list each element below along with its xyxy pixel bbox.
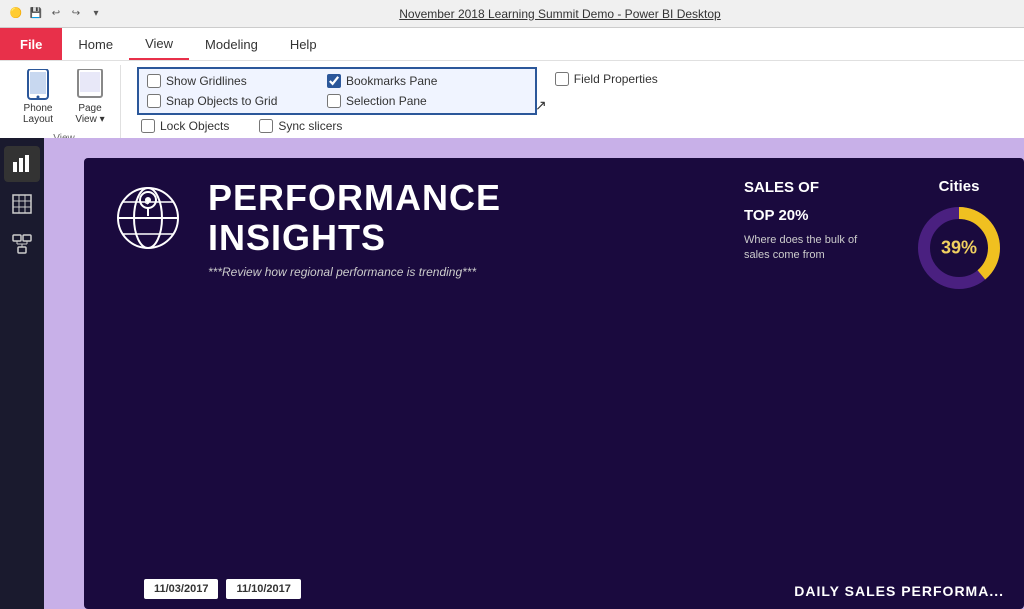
page-view-sublabel: View ▾ — [75, 114, 104, 125]
title-bar: 🟡 💾 ↩ ↪ ▾ November 2018 Learning Summit … — [0, 0, 1024, 28]
view-icons: Phone Layout Page View ▾ — [16, 65, 112, 129]
field-properties-checkbox[interactable] — [555, 72, 569, 86]
show-gridlines-row[interactable]: Show Gridlines — [147, 72, 327, 90]
tab-home[interactable]: Home — [62, 28, 129, 60]
stats-section: SALES OF TOP 20% Where does the bulk of … — [744, 178, 864, 264]
bookmarks-pane-checkbox[interactable] — [327, 74, 341, 88]
date-badges: 11/03/2017 11/10/2017 — [144, 579, 301, 599]
phone-layout-button[interactable]: Phone Layout — [16, 65, 60, 129]
sidebar — [0, 138, 44, 609]
power-bi-icon: 🟡 — [8, 6, 24, 22]
daily-sales-label: DAILY SALES PERFORMA... — [794, 583, 1004, 599]
outer-options: Field Properties — [547, 67, 666, 115]
page-view-label: Page — [78, 103, 101, 114]
ribbon: File Home View Modeling Help Phone — [0, 28, 1024, 138]
tab-help[interactable]: Help — [274, 28, 333, 60]
sales-top-title: SALES OF — [744, 178, 864, 198]
cursor-indicator: ↗ — [535, 97, 547, 113]
phone-layout-label: Phone — [24, 103, 53, 114]
phone-layout-sublabel: Layout — [23, 114, 53, 125]
redo-icon[interactable]: ↪ — [68, 6, 84, 22]
sidebar-item-barchart[interactable] — [4, 146, 40, 182]
show-gridlines-label: Show Gridlines — [166, 74, 247, 88]
selection-pane-checkbox[interactable] — [327, 94, 341, 108]
donut-value: 39% — [941, 238, 977, 259]
sync-slicers-checkbox[interactable] — [259, 119, 273, 133]
date-badge-2: 11/10/2017 — [226, 579, 300, 599]
undo-icon[interactable]: ↩ — [48, 6, 64, 22]
selection-pane-label: Selection Pane — [346, 94, 427, 108]
sales-top-subtitle: TOP 20% — [744, 206, 864, 226]
phone-icon — [22, 69, 54, 101]
tab-modeling[interactable]: Modeling — [189, 28, 274, 60]
sales-where-text: Where does the bulk of sales come from — [744, 233, 864, 264]
performance-title-line1: PERFORMANCE — [208, 178, 501, 218]
sync-slicers-label: Sync slicers — [278, 119, 342, 133]
title-bar-icons: 🟡 💾 ↩ ↪ ▾ — [8, 6, 104, 22]
snap-objects-label: Snap Objects to Grid — [166, 94, 277, 108]
bookmarks-pane-row[interactable]: Bookmarks Pane — [327, 72, 527, 90]
lock-objects-row[interactable]: Lock Objects — [141, 117, 229, 135]
empty-row — [555, 90, 658, 112]
tab-view[interactable]: View — [129, 28, 189, 60]
performance-title-area: PERFORMANCE INSIGHTS ***Review how regio… — [208, 178, 501, 279]
canvas-area: $ PERFORMANCE INSIGHTS ***Review how reg… — [44, 138, 1024, 609]
snap-objects-row[interactable]: Snap Objects to Grid — [147, 92, 327, 110]
highlighted-options: Show Gridlines Bookmarks Pane Snap Objec… — [137, 67, 537, 115]
performance-title-line2: INSIGHTS — [208, 218, 501, 258]
report-header: $ PERFORMANCE INSIGHTS ***Review how reg… — [108, 178, 1000, 279]
field-properties-label: Field Properties — [574, 72, 658, 86]
cities-title: Cities — [914, 178, 1004, 195]
main-area: $ PERFORMANCE INSIGHTS ***Review how reg… — [0, 138, 1024, 609]
window-title: November 2018 Learning Summit Demo - Pow… — [104, 7, 1016, 21]
sync-slicers-row[interactable]: Sync slicers — [259, 117, 342, 135]
donut-chart: 39% — [914, 203, 1004, 293]
tab-row: File Home View Modeling Help — [0, 28, 1024, 60]
report-subtitle: ***Review how regional performance is tr… — [208, 265, 501, 279]
snap-objects-checkbox[interactable] — [147, 94, 161, 108]
tab-file[interactable]: File — [0, 28, 62, 60]
report-card: $ PERFORMANCE INSIGHTS ***Review how reg… — [84, 158, 1024, 609]
sidebar-item-table[interactable] — [4, 186, 40, 222]
globe-icon: $ — [108, 178, 188, 258]
dropdown-icon[interactable]: ▾ — [88, 6, 104, 22]
lock-objects-checkbox[interactable] — [141, 119, 155, 133]
date-badge-1: 11/03/2017 — [144, 579, 218, 599]
field-properties-row[interactable]: Field Properties — [555, 70, 658, 88]
cities-section: Cities 39% — [914, 178, 1004, 293]
show-gridlines-checkbox[interactable] — [147, 74, 161, 88]
view-section: Phone Layout Page View ▾ View — [8, 65, 121, 144]
svg-text:$: $ — [145, 197, 150, 206]
bookmarks-pane-label: Bookmarks Pane — [346, 74, 437, 88]
selection-pane-row[interactable]: Selection Pane — [327, 92, 527, 110]
page-view-button[interactable]: Page View ▾ — [68, 65, 112, 129]
lock-objects-label: Lock Objects — [160, 119, 229, 133]
sidebar-item-model[interactable] — [4, 226, 40, 262]
page-icon — [74, 69, 106, 101]
save-icon[interactable]: 💾 — [28, 6, 44, 22]
